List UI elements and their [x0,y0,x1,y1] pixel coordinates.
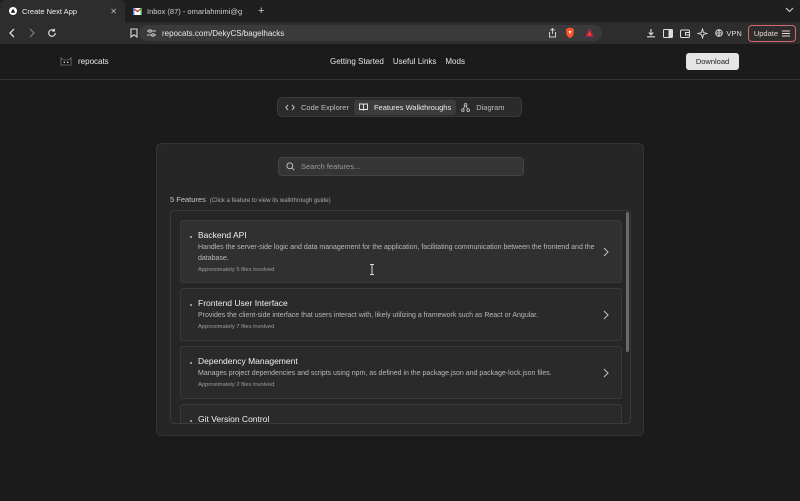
tab-create-next-app[interactable]: Create Next App ✕ [0,0,125,22]
url-text: repocats.com/DekyCS/bagelhacks [162,28,285,38]
features-panel: 5 Features (Click a feature to view its … [156,143,644,436]
close-tab-icon[interactable]: ✕ [110,7,117,16]
feature-hint: (Click a feature to view its walkthrough… [209,198,331,204]
search-input[interactable] [301,162,511,171]
top-nav: Getting Started Useful Links Mods [330,57,465,66]
sidebar-icon[interactable] [660,25,676,41]
chevron-right-icon [603,310,609,319]
feature-card-frontend-ui[interactable]: Frontend User Interface Provides the cli… [180,288,622,341]
tab-label: Diagram [476,102,505,112]
book-icon [359,103,368,111]
feature-name: Backend API [198,230,247,240]
cat-logo-icon [60,57,72,66]
browser-toolbar: repocats.com/DekyCS/bagelhacks VPN Updat… [0,22,800,44]
tab-list-chevron-icon[interactable] [785,5,794,15]
tab-features-walkthroughs[interactable]: Features Walkthroughs [353,99,457,115]
feature-card-backend-api[interactable]: Backend API Handles the server-side logi… [180,220,622,283]
wallet-icon[interactable] [677,25,693,41]
nav-getting-started[interactable]: Getting Started [330,57,384,66]
update-label: Update [753,28,778,38]
tab-diagram[interactable]: Diagram [456,100,509,115]
feature-description: Provides the client-side interface that … [198,312,539,319]
update-button[interactable]: Update [747,24,796,42]
features-summary: 5 Features (Click a feature to view its … [170,195,331,204]
code-icon [285,104,295,110]
leo-ai-icon[interactable] [694,25,710,41]
chevron-right-icon [603,247,609,256]
nav-useful-links[interactable]: Useful Links [393,57,437,66]
download-icon[interactable] [643,25,659,41]
bullet-icon [190,236,192,238]
feature-description: Handles the server-side logic and data m… [198,244,595,262]
bullet-icon [190,304,192,306]
bullet-icon [190,362,192,364]
text-cursor-icon [370,264,374,275]
feature-name: Git Version Control [198,414,270,424]
search-icon [286,162,295,171]
menu-icon [782,30,790,36]
tab-label: Features Walkthroughs [373,102,452,112]
tab-label: Code Explorer [301,102,349,112]
gmail-icon [133,7,142,16]
feature-description: Manages project dependencies and scripts… [198,370,552,377]
brave-shield-icon[interactable] [565,27,575,39]
feature-list[interactable]: Backend API Handles the server-side logi… [170,210,631,424]
tab-gmail-inbox[interactable]: Inbox (87) - omarlahmimi@gmail... [125,0,250,22]
nav-mods[interactable]: Mods [445,57,465,66]
toolbar-actions: VPN Update [643,22,800,44]
site-settings-icon[interactable] [147,29,156,37]
tab-code-explorer[interactable]: Code Explorer [280,100,354,115]
brave-rewards-icon[interactable] [584,27,595,38]
view-switcher: Code Explorer Features Walkthroughs Diag… [277,97,522,117]
feature-files: Approximately 7 files involved [198,324,275,330]
back-icon[interactable] [4,25,20,41]
app-header: repocats Getting Started Useful Links Mo… [0,44,800,80]
brand[interactable]: repocats [60,56,109,66]
list-scrollbar[interactable] [626,212,629,352]
address-bar[interactable]: repocats.com/DekyCS/bagelhacks [139,25,602,41]
brand-name: repocats [78,56,109,66]
download-button[interactable]: Download [686,53,739,70]
feature-card-dependency-management[interactable]: Dependency Management Manages project de… [180,346,622,399]
feature-name: Frontend User Interface [198,298,288,308]
browser-tab-strip: Create Next App ✕ Inbox (87) - omarlahmi… [0,0,800,22]
triangle-favicon-icon [8,7,17,16]
tab-title: Inbox (87) - omarlahmimi@gmail... [147,6,242,16]
feature-name: Dependency Management [198,356,298,366]
feature-search[interactable] [278,157,524,176]
feature-card-git-version-control[interactable]: Git Version Control [180,404,622,424]
share-icon[interactable] [548,28,557,38]
feature-files: Approximately 5 files involved [198,267,275,273]
vpn-button[interactable]: VPN [715,28,742,38]
feature-files: Approximately 2 files involved [198,382,275,388]
reload-icon[interactable] [44,25,60,41]
new-tab-icon[interactable]: + [250,0,272,22]
diagram-icon [461,102,471,112]
vpn-label: VPN [726,28,742,38]
chevron-right-icon [603,368,609,377]
tab-title: Create Next App [22,6,78,16]
bullet-icon [190,420,192,422]
feature-count: 5 Features [170,195,206,204]
vpn-icon [715,29,724,37]
forward-icon[interactable] [24,25,40,41]
